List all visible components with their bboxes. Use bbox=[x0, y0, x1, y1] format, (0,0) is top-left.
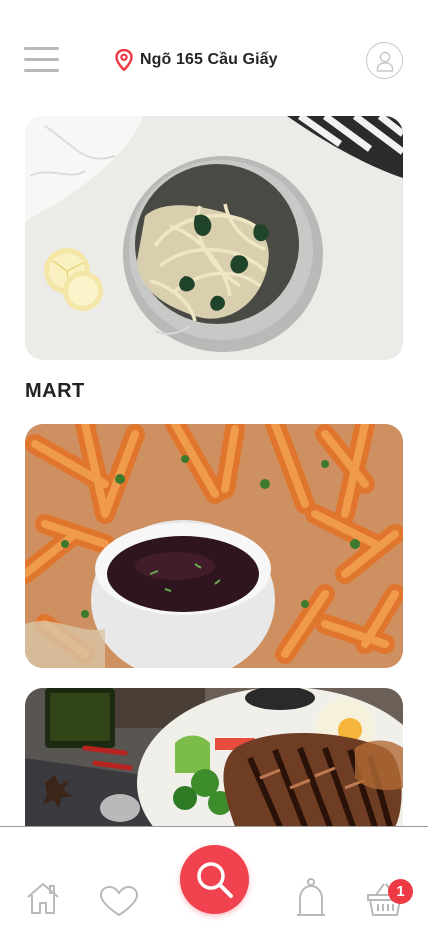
search-icon bbox=[196, 861, 233, 898]
map-pin-icon bbox=[115, 49, 133, 71]
hamburger-menu-icon[interactable] bbox=[24, 47, 59, 72]
home-icon bbox=[27, 883, 59, 914]
food-card[interactable] bbox=[25, 688, 403, 827]
location-label: Ngõ 165 Cầu Giấy bbox=[140, 51, 278, 68]
heart-icon bbox=[99, 885, 139, 917]
bell-icon bbox=[297, 878, 325, 916]
nav-notifications[interactable] bbox=[296, 877, 326, 924]
featured-food-card[interactable] bbox=[25, 116, 403, 360]
profile-button[interactable] bbox=[366, 42, 403, 79]
cart-count-badge: 1 bbox=[388, 879, 413, 904]
nav-favorites[interactable] bbox=[99, 885, 139, 922]
section-title-mart: MART bbox=[25, 380, 85, 402]
grilled-steak-image bbox=[25, 688, 403, 827]
nav-home[interactable] bbox=[25, 881, 61, 920]
search-button[interactable] bbox=[180, 845, 249, 914]
mart-food-card[interactable] bbox=[25, 424, 403, 668]
location-selector[interactable]: Ngõ 165 Cầu Giấy bbox=[115, 48, 278, 72]
sweet-potato-fries-image bbox=[25, 424, 403, 668]
pasta-dish-image bbox=[25, 116, 403, 360]
user-profile-icon bbox=[376, 51, 393, 72]
app-header: Ngõ 165 Cầu Giấy bbox=[0, 0, 428, 110]
bottom-navigation: 1 bbox=[0, 826, 428, 926]
